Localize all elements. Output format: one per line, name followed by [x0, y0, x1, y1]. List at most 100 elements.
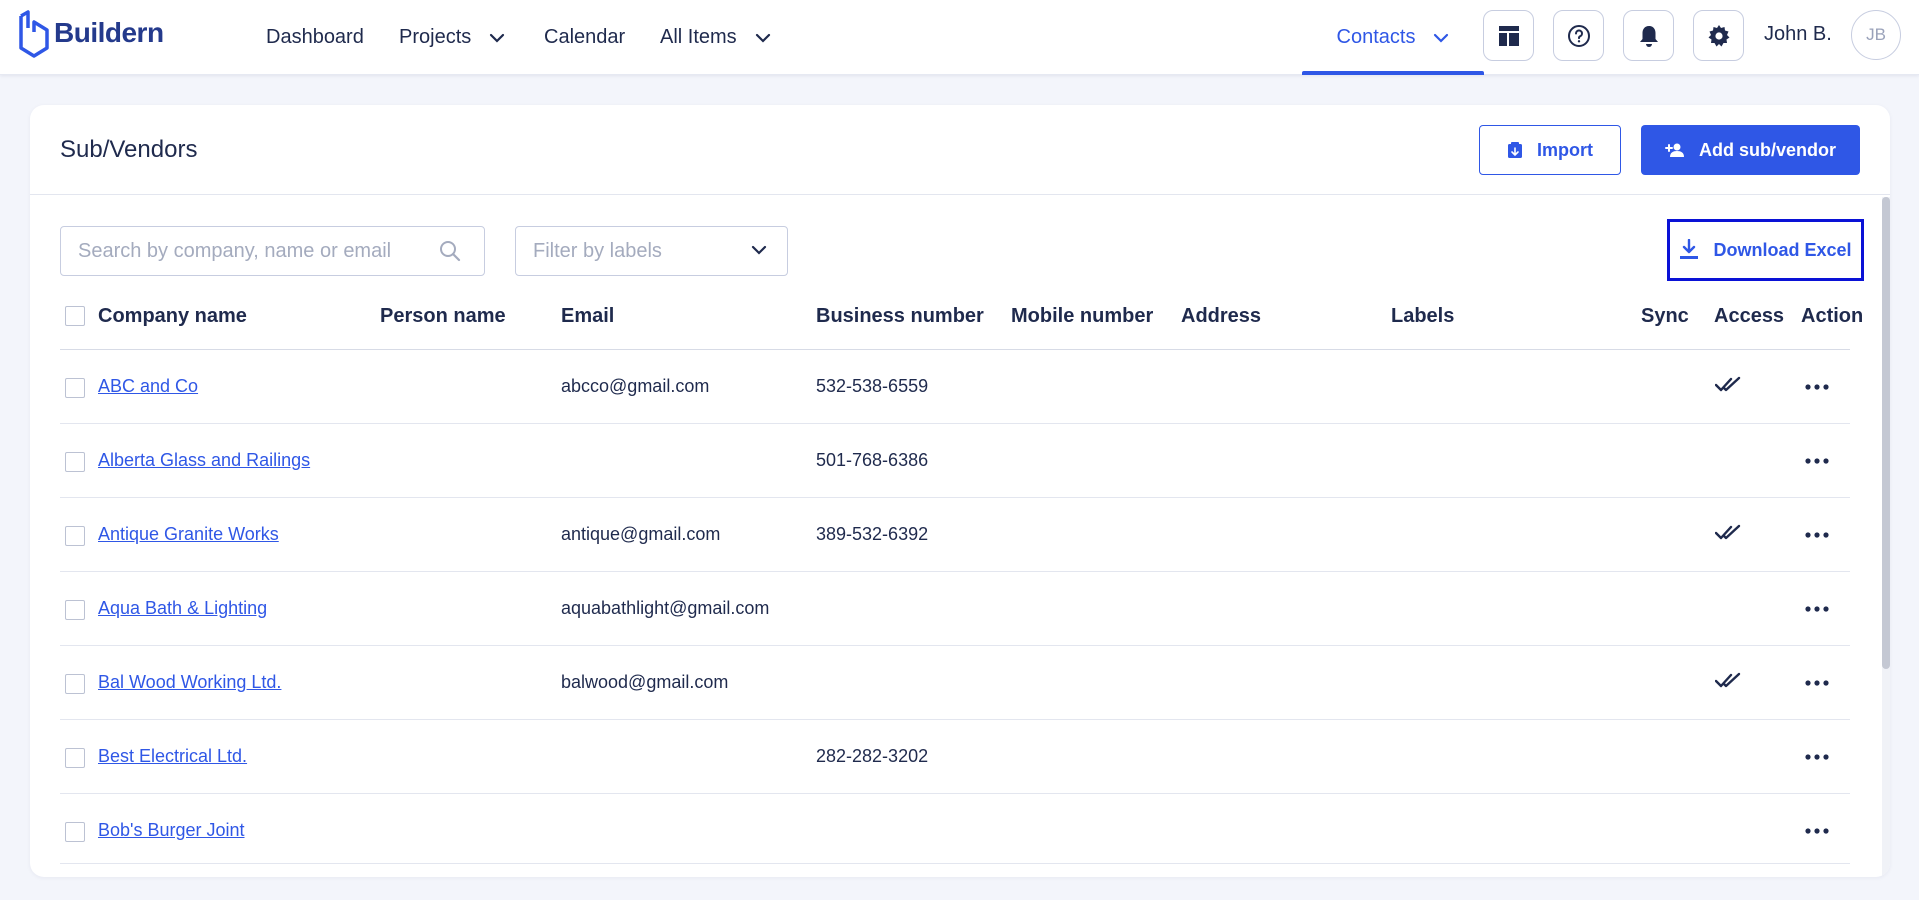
- cell-company[interactable]: ABC and Co: [98, 376, 198, 397]
- dashboard-layout-button[interactable]: [1483, 10, 1534, 61]
- import-icon: [1508, 142, 1522, 158]
- download-icon: [1680, 239, 1699, 259]
- more-icon[interactable]: [1802, 450, 1832, 472]
- buildern-logo-icon: [19, 10, 49, 58]
- nav-projects[interactable]: Projects: [399, 0, 505, 75]
- dashboard-layout-icon: [1498, 25, 1519, 46]
- double-check-icon: [1714, 672, 1745, 695]
- chevron-down-icon: [1434, 33, 1449, 43]
- import-button[interactable]: Import: [1479, 125, 1621, 175]
- row-checkbox[interactable]: [65, 378, 85, 398]
- double-check-icon: [1714, 524, 1745, 547]
- column-person-name[interactable]: Person name: [380, 305, 506, 328]
- column-business-number[interactable]: Business number: [816, 305, 984, 328]
- column-sync: Sync: [1641, 305, 1689, 327]
- filter-labels-select[interactable]: Filter by labels: [515, 226, 788, 276]
- help-button[interactable]: [1553, 10, 1604, 61]
- cell-company[interactable]: Aqua Bath & Lighting: [98, 598, 267, 619]
- more-icon[interactable]: [1802, 524, 1832, 546]
- row-checkbox[interactable]: [65, 600, 85, 620]
- cell-email: abcco@gmail.com: [561, 376, 710, 396]
- gear-icon: [1708, 24, 1729, 46]
- buildern-logo[interactable]: Buildern: [18, 8, 164, 58]
- column-company-name[interactable]: Company name: [98, 305, 247, 328]
- table-row: Bob's Burger Joint: [60, 794, 1850, 864]
- chevron-down-icon: [755, 33, 770, 43]
- table-row: Aqua Bath & Lighting aquabathlight@gmail.…: [60, 572, 1850, 646]
- help-icon: [1567, 24, 1590, 47]
- more-icon[interactable]: [1802, 672, 1832, 694]
- sub-vendors-card: Sub/Vendors Import Add sub/vendor Filte: [30, 105, 1890, 877]
- more-icon[interactable]: [1802, 376, 1832, 398]
- nav-contacts[interactable]: Contacts: [1302, 0, 1484, 75]
- table-header: Company name Person name Email Business …: [60, 290, 1863, 350]
- card-header: Sub/Vendors Import Add sub/vendor: [30, 105, 1890, 195]
- nav-calendar[interactable]: Calendar: [544, 0, 625, 75]
- cell-email: aquabathlight@gmail.com: [561, 598, 770, 618]
- row-checkbox[interactable]: [65, 526, 85, 546]
- row-checkbox[interactable]: [65, 674, 85, 694]
- nav-dashboard-label: Dashboard: [266, 26, 364, 48]
- column-email[interactable]: Email: [561, 305, 614, 328]
- page-title: Sub/Vendors: [60, 136, 198, 163]
- bell-icon: [1639, 25, 1658, 47]
- chevron-down-icon: [490, 33, 505, 43]
- cell-business: 532-538-6559: [816, 376, 929, 396]
- cell-business: 501-768-6386: [816, 450, 929, 470]
- table-body: ABC and Co abcco@gmail.com 532-538-6559 Alb…: [60, 350, 1850, 864]
- cell-company[interactable]: Antique Granite Works: [98, 524, 279, 545]
- column-address[interactable]: Address: [1181, 305, 1261, 328]
- column-action: Action: [1801, 305, 1864, 327]
- cell-company[interactable]: Best Electrical Ltd.: [98, 746, 247, 767]
- cell-email: antique@gmail.com: [561, 524, 721, 544]
- filter-labels-placeholder: Filter by labels: [533, 239, 662, 262]
- more-icon[interactable]: [1802, 598, 1832, 620]
- search-icon: [440, 241, 461, 262]
- download-excel-label: Download Excel: [1713, 239, 1852, 260]
- cell-company[interactable]: Bob's Burger Joint: [98, 820, 245, 841]
- nav-contacts-label: Contacts: [1336, 26, 1416, 48]
- column-mobile-number[interactable]: Mobile number: [1011, 305, 1153, 328]
- settings-button[interactable]: [1693, 10, 1744, 61]
- nav-all-items[interactable]: All Items: [660, 0, 771, 75]
- brand-name: Buildern: [54, 17, 164, 48]
- avatar[interactable]: JB: [1851, 10, 1901, 60]
- row-checkbox[interactable]: [65, 452, 85, 472]
- import-label: Import: [1537, 139, 1593, 160]
- more-icon[interactable]: [1802, 820, 1832, 842]
- user-name[interactable]: John B.: [1764, 23, 1832, 46]
- cell-business: 389-532-6392: [816, 524, 929, 544]
- row-checkbox[interactable]: [65, 822, 85, 842]
- row-checkbox[interactable]: [65, 748, 85, 768]
- chevron-down-icon: [751, 245, 767, 255]
- column-labels[interactable]: Labels: [1391, 305, 1454, 328]
- scrollbar[interactable]: [1882, 197, 1890, 877]
- nav-all-items-label: All Items: [660, 26, 737, 48]
- more-icon[interactable]: [1802, 746, 1832, 768]
- search-input[interactable]: [78, 239, 428, 263]
- search-field[interactable]: [60, 226, 485, 276]
- cell-business: 282-282-3202: [816, 746, 929, 766]
- sub-vendors-table: Company name Person name Email Business …: [60, 290, 1863, 864]
- table-row: Best Electrical Ltd. 282-282-3202: [60, 720, 1850, 794]
- table-row: Alberta Glass and Railings 501-768-6386: [60, 424, 1850, 498]
- add-sub-vendor-label: Add sub/vendor: [1698, 139, 1836, 160]
- nav-calendar-label: Calendar: [544, 26, 626, 48]
- notifications-button[interactable]: [1623, 10, 1674, 61]
- download-excel-button[interactable]: Download Excel: [1667, 219, 1864, 281]
- column-access: Access: [1714, 305, 1785, 327]
- nav-projects-label: Projects: [399, 26, 472, 48]
- table-row: Bal Wood Working Ltd. balwood@gmail.com: [60, 646, 1850, 720]
- cell-company[interactable]: Bal Wood Working Ltd.: [98, 672, 281, 693]
- cell-email: balwood@gmail.com: [561, 672, 729, 692]
- nav-dashboard[interactable]: Dashboard: [266, 0, 364, 75]
- top-navigation-bar: Buildern Dashboard Projects Calendar All…: [0, 0, 1919, 75]
- cell-company[interactable]: Alberta Glass and Railings: [98, 450, 310, 471]
- double-check-icon: [1714, 376, 1745, 399]
- scrollbar-thumb[interactable]: [1882, 197, 1890, 669]
- add-sub-vendor-button[interactable]: Add sub/vendor: [1641, 125, 1860, 175]
- table-row: ABC and Co abcco@gmail.com 532-538-6559: [60, 350, 1850, 424]
- select-all-checkbox[interactable]: [65, 306, 85, 326]
- table-row: Antique Granite Works antique@gmail.com 38…: [60, 498, 1850, 572]
- add-user-icon: [1664, 143, 1684, 157]
